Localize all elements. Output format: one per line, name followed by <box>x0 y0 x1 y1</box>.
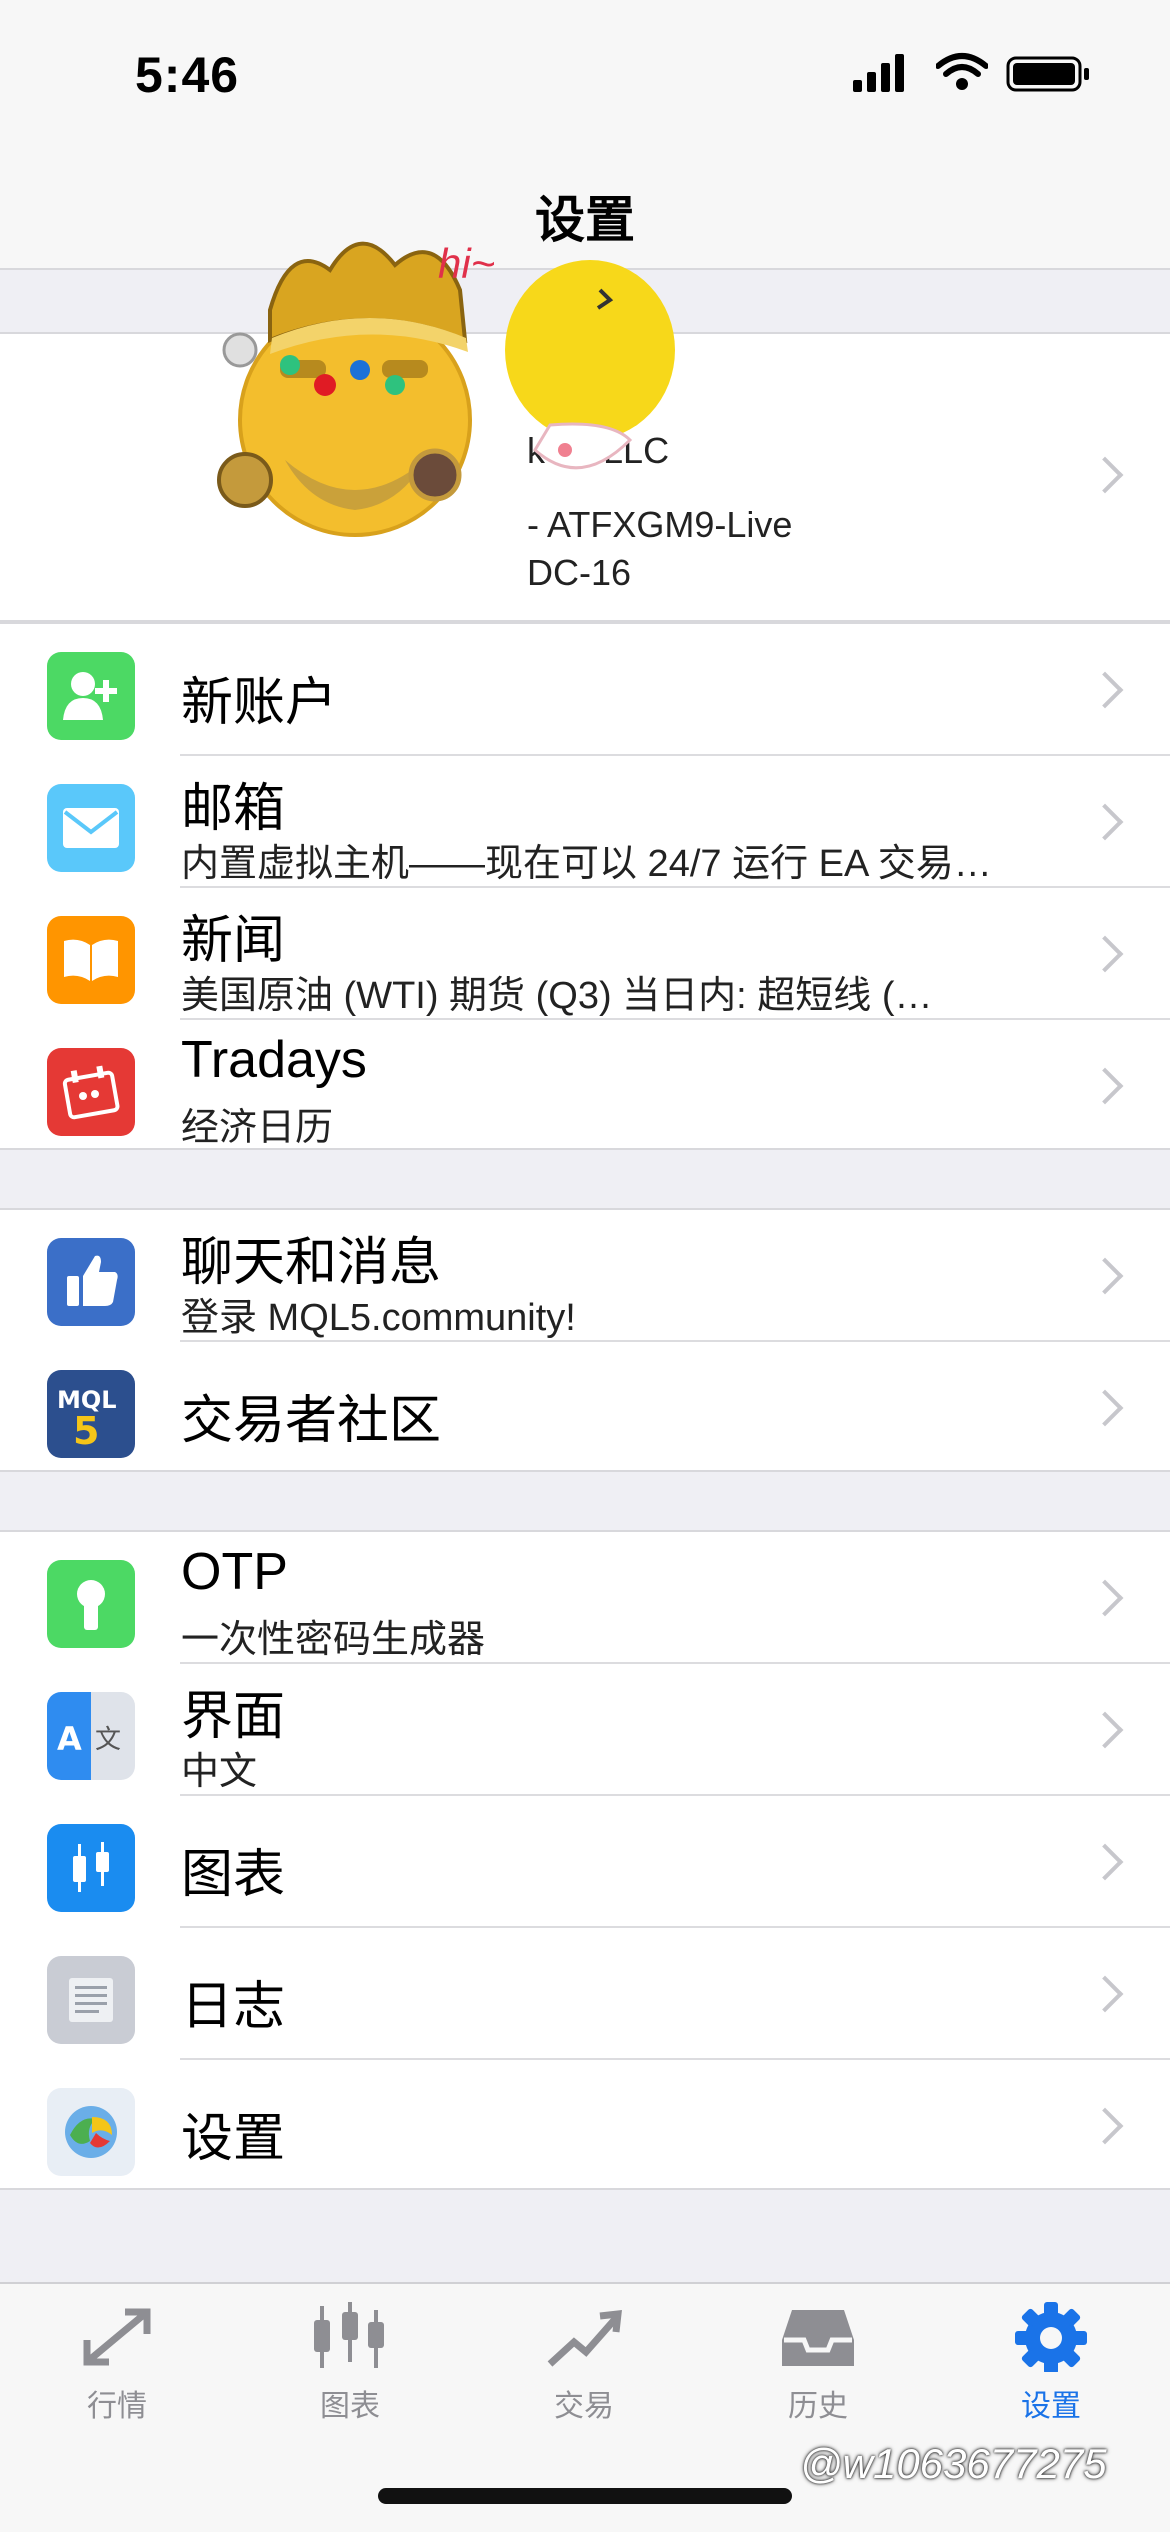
menu-item-otp[interactable]: OTP 一次性密码生成器 <box>0 1532 1170 1664</box>
add-user-icon <box>47 652 135 740</box>
menu-subtitle: 内置虚拟主机——现在可以 24/7 运行 EA 交易… <box>181 843 992 885</box>
menu-item-mail[interactable]: 邮箱 内置虚拟主机——现在可以 24/7 运行 EA 交易… <box>0 756 1170 888</box>
menu-title: 图表 <box>181 1846 286 1904</box>
tab-quotes[interactable]: 行情 <box>57 2302 177 2425</box>
chevron-right-icon <box>1086 1389 1124 1427</box>
menu-group-accounts: 新账户 邮箱 内置虚拟主机——现在可以 24/7 运行 EA 交易… 新闻 美国… <box>0 622 1170 1150</box>
emoji-sticker: hi~ <box>210 220 710 565</box>
chevron-right-icon <box>1086 803 1124 841</box>
chevron-right-icon <box>1086 456 1124 494</box>
menu-item-interface[interactable]: A文 界面 中文 <box>0 1664 1170 1796</box>
menu-item-chat[interactable]: 聊天和消息 登录 MQL5.community! <box>0 1210 1170 1342</box>
menu-title: 界面 <box>181 1688 286 1746</box>
status-time: 5:46 <box>135 47 240 103</box>
watermark: @w1063677275 <box>800 2440 1107 2487</box>
tab-history[interactable]: 历史 <box>758 2302 878 2425</box>
menu-title: 设置 <box>181 2110 286 2168</box>
battery-icon <box>1006 56 1089 92</box>
menu-item-tradays[interactable]: Tradays 经济日历 <box>0 1020 1170 1152</box>
menu-item-journal[interactable]: 日志 <box>0 1928 1170 2060</box>
chevron-right-icon <box>1086 671 1124 709</box>
chevron-right-icon <box>1086 1843 1124 1881</box>
menu-item-new-account[interactable]: 新账户 <box>0 624 1170 756</box>
menu-title: 邮箱 <box>181 780 286 838</box>
calendar-icon <box>47 1048 135 1136</box>
tab-label: 图表 <box>320 2390 380 2423</box>
chevron-right-icon <box>1086 1711 1124 1749</box>
menu-subtitle: 登录 MQL5.community! <box>181 1297 576 1339</box>
menu-title: Tradays <box>181 1031 367 1089</box>
menu-title: 聊天和消息 <box>181 1234 442 1292</box>
menu-item-charts[interactable]: 图表 <box>0 1796 1170 1928</box>
tab-label: 交易 <box>554 2390 614 2423</box>
svg-text:A: A <box>57 1720 82 1758</box>
menu-subtitle: 中文 <box>181 1751 258 1793</box>
book-icon <box>47 916 135 1004</box>
thumbs-up-icon <box>47 1238 135 1326</box>
wifi-icon <box>936 53 988 90</box>
quotes-icon <box>83 2308 151 2366</box>
chevron-right-icon <box>1086 1579 1124 1617</box>
candlestick-icon <box>47 1824 135 1912</box>
chevron-right-icon <box>1086 1975 1124 2013</box>
tab-trade[interactable]: 交易 <box>524 2302 644 2425</box>
chevron-right-icon <box>1086 935 1124 973</box>
menu-title: 交易者社区 <box>181 1392 442 1450</box>
gear-icon <box>1015 2302 1087 2374</box>
menu-subtitle: 美国原油 (WTI) 期货 (Q3) 当日内: 超短线 (… <box>181 975 933 1017</box>
sticker-text: hi~ <box>438 240 495 287</box>
metatrader-icon <box>47 2088 135 2176</box>
mail-icon <box>47 784 135 872</box>
keyhole-icon <box>47 1560 135 1648</box>
menu-group-community: 聊天和消息 登录 MQL5.community! MQL 5 交易者社区 <box>0 1208 1170 1472</box>
home-indicator[interactable] <box>378 2488 792 2504</box>
tab-label: 历史 <box>788 2390 848 2423</box>
menu-title: OTP <box>181 1543 288 1601</box>
tab-settings[interactable]: 设置 <box>991 2302 1111 2425</box>
svg-text:文: 文 <box>95 1725 121 1755</box>
document-icon <box>47 1956 135 2044</box>
tab-label: 行情 <box>87 2390 147 2423</box>
mql5-icon: MQL 5 <box>47 1370 135 1458</box>
menu-group-tools: OTP 一次性密码生成器 A文 界面 中文 图表 日志 设置 <box>0 1530 1170 2190</box>
sticker-art: hi~ <box>217 240 675 537</box>
chevron-right-icon <box>1086 1067 1124 1105</box>
menu-item-trader-community[interactable]: MQL 5 交易者社区 <box>0 1342 1170 1474</box>
tab-chart[interactable]: 图表 <box>290 2302 410 2425</box>
history-icon <box>782 2310 854 2366</box>
status-bar: 5:46 <box>0 0 1170 140</box>
chevron-right-icon <box>1086 1257 1124 1295</box>
chevron-right-icon <box>1086 2107 1124 2145</box>
menu-item-news[interactable]: 新闻 美国原油 (WTI) 期货 (Q3) 当日内: 超短线 (… <box>0 888 1170 1020</box>
trade-icon <box>547 2310 622 2367</box>
tab-label: 设置 <box>1021 2390 1081 2423</box>
chart-icon <box>314 2302 384 2368</box>
cellular-signal-icon <box>853 54 904 92</box>
svg-text:5: 5 <box>73 1409 99 1453</box>
menu-subtitle: 经济日历 <box>181 1107 334 1149</box>
menu-item-settings[interactable]: 设置 <box>0 2060 1170 2192</box>
menu-title: 新账户 <box>181 674 338 732</box>
menu-title: 日志 <box>181 1978 286 2036</box>
menu-subtitle: 一次性密码生成器 <box>181 1619 486 1661</box>
translate-icon: A文 <box>47 1692 135 1780</box>
menu-title: 新闻 <box>181 912 286 970</box>
